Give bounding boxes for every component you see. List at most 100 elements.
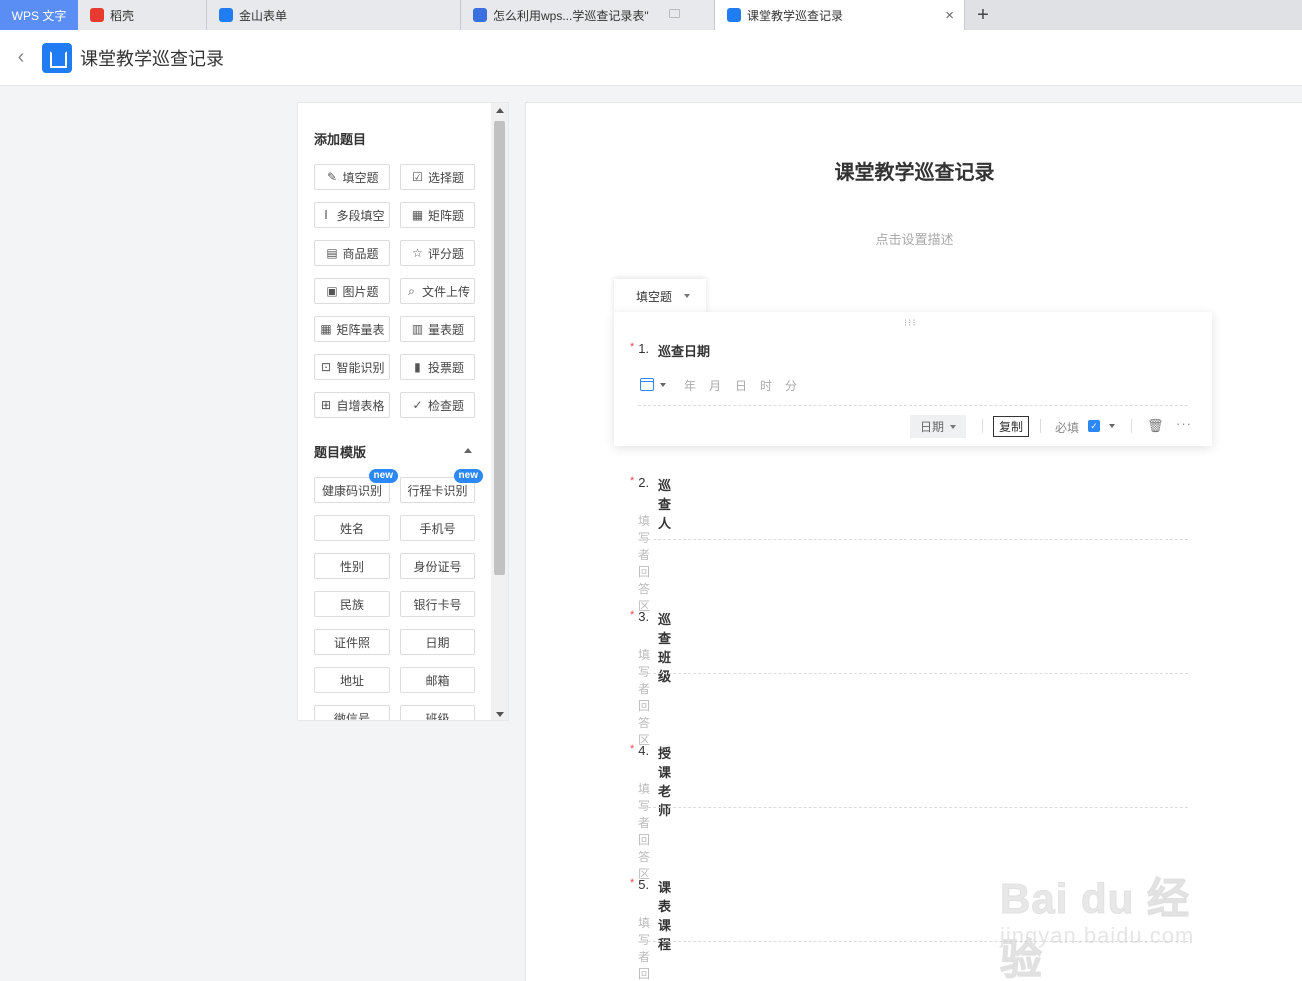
tab-label: 课堂教学巡查记录 bbox=[747, 8, 844, 23]
answer-placeholder: 填写者回答区 bbox=[638, 782, 651, 881]
active-question-card[interactable]: ⁝⁝⁝ * 1. 巡查日期 年 月 日 时 分 日期 复制 必填 ✓ 🗑 ··· bbox=[614, 312, 1212, 446]
required-checkbox[interactable]: ✓ bbox=[1088, 420, 1100, 432]
tab-wps-document[interactable]: 怎么利用wps...学巡查记录表" bbox=[461, 0, 715, 30]
date-part-minute: 分 bbox=[785, 379, 798, 393]
app-menu-button[interactable]: WPS 文字 bbox=[0, 0, 78, 30]
back-icon[interactable]: ‹ bbox=[0, 46, 42, 69]
new-tab-button[interactable]: + bbox=[965, 0, 1001, 30]
form-logo-icon bbox=[42, 42, 72, 73]
matrix-scale-icon: ▦ bbox=[320, 322, 332, 336]
form-icon bbox=[219, 8, 233, 22]
tab-label: 稻壳 bbox=[110, 8, 135, 23]
template-name[interactable]: 姓名 bbox=[314, 515, 390, 541]
calendar-icon[interactable] bbox=[640, 378, 654, 391]
add-fill-blank-button[interactable]: ✎ 填空题 bbox=[314, 164, 390, 190]
scale-icon: ▥ bbox=[411, 322, 424, 336]
template-class[interactable]: 班级 bbox=[400, 705, 475, 720]
question-type-selector[interactable]: 填空题 bbox=[614, 279, 706, 313]
answer-line bbox=[638, 807, 1188, 808]
form-description[interactable]: 点击设置描述 bbox=[526, 229, 1302, 248]
add-product-button[interactable]: ▤ 商品题 bbox=[314, 240, 390, 266]
add-auto-table-button[interactable]: ⊞ 自增表格 bbox=[314, 392, 390, 418]
scroll-up-icon[interactable] bbox=[496, 108, 504, 113]
tab-patrol-record[interactable]: 课堂教学巡查记录 × bbox=[715, 0, 965, 30]
text-cursor-icon: Ⅰ bbox=[324, 208, 328, 222]
more-icon[interactable]: ··· bbox=[1176, 416, 1192, 431]
panel-scrollbar[interactable] bbox=[491, 103, 508, 720]
question-number: * 1. bbox=[630, 341, 650, 356]
tab-jinshan-form[interactable]: 金山表单 bbox=[207, 0, 461, 30]
required-label: 必填 bbox=[1055, 421, 1080, 435]
question-number: * 2. bbox=[630, 475, 650, 490]
watermark-url: jingyan.baidu.com bbox=[1000, 923, 1195, 948]
paperclip-icon: ⌕ bbox=[408, 283, 415, 298]
template-ethnicity[interactable]: 民族 bbox=[314, 591, 390, 617]
table-icon: ▤ bbox=[326, 246, 338, 260]
copy-button[interactable]: 复制 bbox=[993, 416, 1029, 437]
chevron-down-icon[interactable] bbox=[660, 383, 666, 387]
template-gender[interactable]: 性别 bbox=[314, 553, 390, 579]
chevron-down-icon bbox=[684, 294, 691, 298]
answer-placeholder: 填写者回答区 bbox=[638, 648, 651, 747]
add-scale-button[interactable]: ▥ 量表题 bbox=[400, 316, 475, 342]
page-header: ‹ 课堂教学巡查记录 bbox=[0, 30, 1302, 86]
scan-icon: ⊡ bbox=[320, 360, 332, 374]
pencil-icon: ✎ bbox=[326, 170, 338, 184]
template-travel-card[interactable]: 行程卡识别 new bbox=[400, 469, 483, 503]
divider bbox=[1040, 419, 1041, 433]
new-badge: new bbox=[453, 469, 483, 483]
drag-handle-icon[interactable]: ⁝⁝⁝ bbox=[904, 318, 917, 329]
template-id-photo[interactable]: 证件照 bbox=[314, 629, 390, 655]
date-part-year: 年 bbox=[684, 379, 697, 393]
add-vote-button[interactable]: ▮ 投票题 bbox=[400, 354, 475, 380]
tab-daoke[interactable]: 稻壳 bbox=[78, 0, 207, 30]
daoke-icon bbox=[90, 8, 104, 22]
chevron-down-icon[interactable] bbox=[1109, 424, 1115, 428]
date-format-dropdown[interactable]: 日期 bbox=[910, 415, 966, 438]
scrollbar-thumb[interactable] bbox=[494, 121, 505, 575]
page-title: 课堂教学巡查记录 bbox=[80, 48, 224, 69]
template-date[interactable]: 日期 bbox=[400, 629, 475, 655]
template-phone[interactable]: 手机号 bbox=[400, 515, 475, 541]
collapse-caret-icon[interactable] bbox=[464, 448, 472, 453]
question-label[interactable]: 巡查日期 bbox=[658, 341, 710, 360]
wps-doc-icon bbox=[473, 8, 487, 22]
date-part-month: 月 bbox=[709, 379, 722, 393]
add-matrix-scale-button[interactable]: ▦ 矩阵量表 bbox=[314, 316, 390, 342]
template-health-code[interactable]: 健康码识别 new bbox=[314, 469, 398, 503]
screen-icon bbox=[669, 9, 680, 18]
add-matrix-button[interactable]: ▦ 矩阵题 bbox=[400, 202, 475, 228]
browser-tab-bar: WPS 文字 稻壳 金山表单 怎么利用wps...学巡查记录表" 课堂教学巡查记… bbox=[0, 0, 1302, 30]
add-file-upload-button[interactable]: ⌕ 文件上传 bbox=[400, 278, 475, 304]
template-bank-card[interactable]: 银行卡号 bbox=[400, 591, 475, 617]
question-label[interactable]: 巡查人 bbox=[658, 475, 671, 532]
add-image-button[interactable]: ▣ 图片题 bbox=[314, 278, 390, 304]
trash-icon[interactable]: 🗑 bbox=[1147, 418, 1164, 434]
checkbox-icon: ☑ bbox=[412, 170, 423, 184]
scroll-down-icon[interactable] bbox=[496, 712, 504, 717]
template-email[interactable]: 邮箱 bbox=[400, 667, 475, 693]
add-rating-button[interactable]: ☆ 评分题 bbox=[400, 240, 475, 266]
add-question-title: 添加题目 bbox=[314, 132, 367, 147]
template-wechat[interactable]: 微信号 bbox=[314, 705, 390, 720]
table-plus-icon: ⊞ bbox=[320, 398, 332, 412]
bar-chart-icon: ▮ bbox=[414, 360, 421, 374]
add-choice-button[interactable]: ☑ 选择题 bbox=[400, 164, 475, 190]
add-check-button[interactable]: ✓ 检查题 bbox=[400, 392, 475, 418]
form-icon bbox=[727, 8, 741, 22]
star-icon: ☆ bbox=[412, 246, 423, 260]
form-title[interactable]: 课堂教学巡查记录 bbox=[526, 156, 1302, 185]
tab-label: 怎么利用wps...学巡查记录表" bbox=[493, 8, 649, 23]
tab-label: 金山表单 bbox=[239, 8, 288, 23]
template-section-title: 题目模版 bbox=[314, 445, 367, 460]
divider bbox=[982, 419, 983, 433]
answer-line bbox=[638, 539, 1188, 540]
image-icon: ▣ bbox=[326, 284, 338, 298]
grid-icon: ▦ bbox=[411, 208, 424, 222]
template-id-number[interactable]: 身份证号 bbox=[400, 553, 475, 579]
add-smart-recognition-button[interactable]: ⊡ 智能识别 bbox=[314, 354, 390, 380]
template-address[interactable]: 地址 bbox=[314, 667, 390, 693]
chevron-down-icon bbox=[950, 424, 956, 429]
close-tab-icon[interactable]: × bbox=[945, 7, 954, 24]
add-multi-blank-button[interactable]: Ⅰ 多段填空 bbox=[314, 202, 390, 228]
